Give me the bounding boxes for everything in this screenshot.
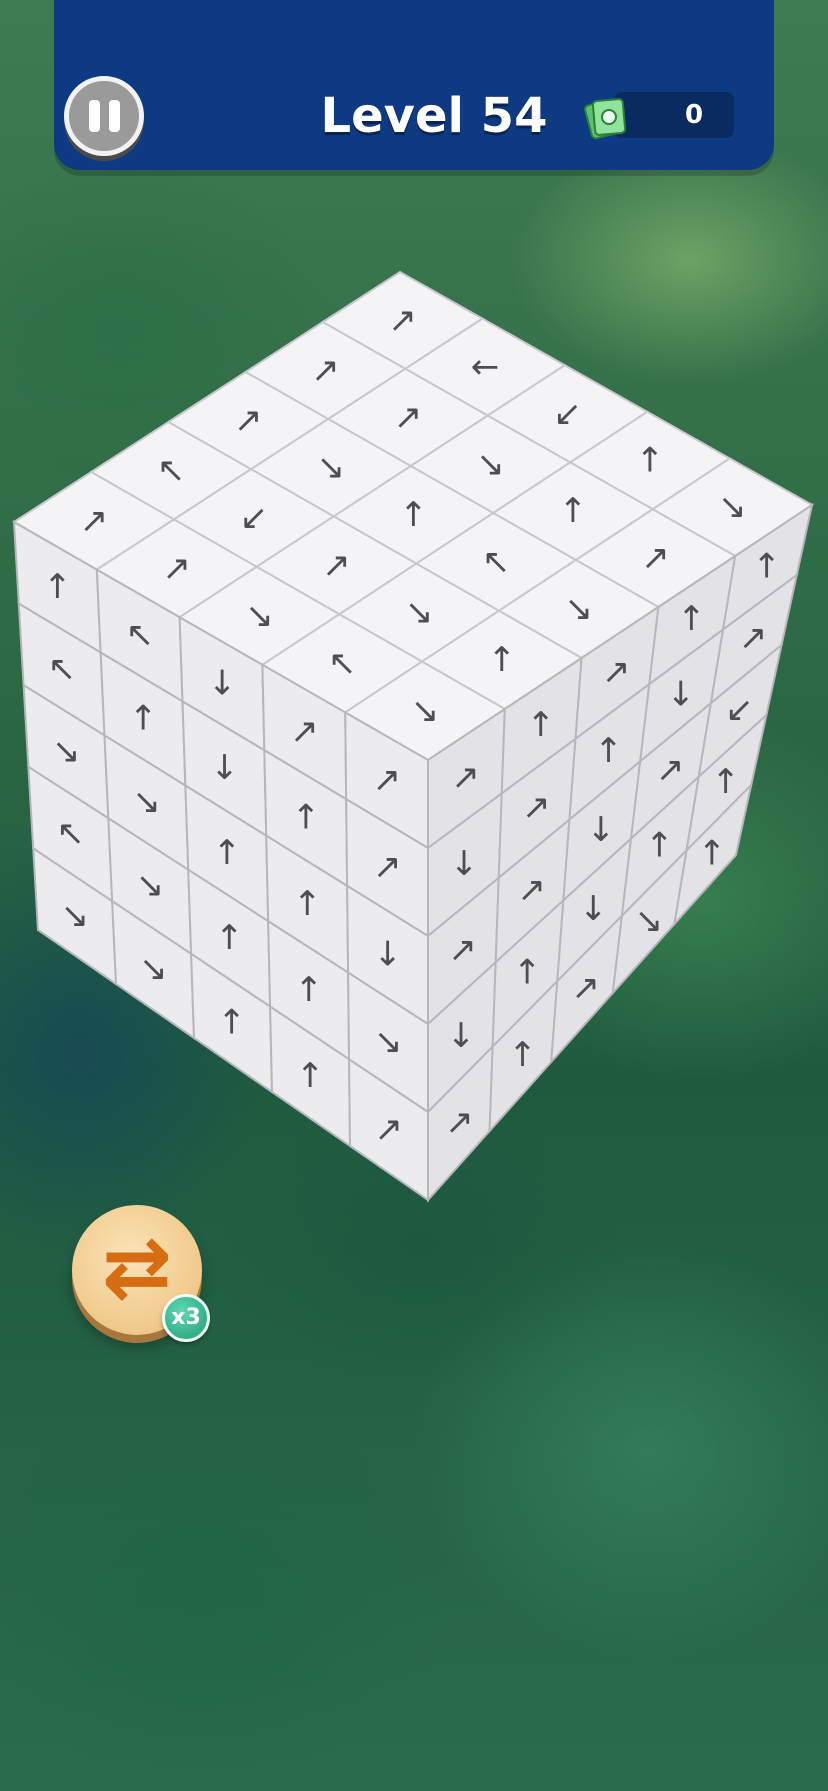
- tile-arrow-icon: ↗: [448, 930, 477, 970]
- tile-arrow-icon: ↗: [641, 538, 670, 578]
- tile-arrow-icon: ↘: [411, 691, 440, 731]
- tile-arrow-icon: ↗: [290, 712, 319, 752]
- tile-arrow-icon: ↘: [374, 1022, 403, 1062]
- tile-arrow-icon: ↑: [711, 762, 740, 802]
- tile-arrow-icon: ↘: [405, 593, 434, 633]
- tile-arrow-icon: ↗: [375, 1109, 404, 1149]
- tile-arrow-icon: ←: [471, 347, 500, 387]
- tile-arrow-icon: ↑: [292, 798, 321, 838]
- tile-arrow-icon: ↑: [677, 599, 706, 639]
- powerup-count-badge: x3: [162, 1294, 210, 1342]
- tile-arrow-icon: ↗: [373, 847, 402, 887]
- tile-arrow-icon: ↗: [451, 758, 480, 798]
- tile-arrow-icon: ↖: [328, 643, 357, 683]
- tile-arrow-icon: ↗: [518, 870, 547, 910]
- tile-arrow-icon: ↖: [48, 649, 77, 689]
- tile-arrow-icon: ↓: [447, 1016, 476, 1056]
- tile-arrow-icon: ↘: [136, 866, 165, 906]
- tile-arrow-icon: ↓: [374, 935, 403, 975]
- tile-arrow-icon: ↗: [322, 545, 351, 585]
- tile-arrow-icon: ↘: [245, 596, 274, 636]
- tile-arrow-icon: ↓: [450, 844, 479, 884]
- tile-arrow-icon: ↑: [295, 970, 324, 1010]
- tile-arrow-icon: ↑: [753, 546, 782, 586]
- tile-arrow-icon: ↗: [373, 760, 402, 800]
- tile-arrow-icon: ↑: [527, 705, 556, 745]
- tile-arrow-icon: ↑: [293, 884, 322, 924]
- tile-arrow-icon: ↑: [129, 699, 158, 739]
- tile-arrow-icon: ↘: [61, 896, 90, 936]
- tile-arrow-icon: ↖: [56, 814, 85, 854]
- tile-arrow-icon: ↘: [132, 782, 161, 822]
- tile-arrow-icon: ↑: [645, 825, 674, 865]
- tile-arrow-icon: ↓: [579, 889, 608, 929]
- tile-arrow-icon: ↗: [80, 501, 109, 541]
- tile-arrow-icon: ↘: [718, 487, 747, 527]
- tile-arrow-icon: ↙: [725, 690, 754, 730]
- tile-arrow-icon: ↑: [399, 495, 428, 535]
- tile-arrow-icon: ↓: [208, 663, 237, 703]
- tile-arrow-icon: ↗: [311, 350, 340, 390]
- swap-arrows-icon: ⇄: [101, 1218, 173, 1316]
- tile-arrow-icon: ↘: [317, 448, 346, 488]
- tile-arrow-icon: ↖: [482, 542, 511, 582]
- tile-arrow-icon: ↖: [126, 615, 155, 655]
- tile-arrow-icon: ↑: [488, 640, 517, 680]
- tile-arrow-icon: ↗: [445, 1102, 474, 1142]
- tile-arrow-icon: ↗: [162, 548, 191, 588]
- tile-arrow-icon: ↗: [656, 750, 685, 790]
- tile-arrow-icon: ↘: [139, 949, 168, 989]
- tile-arrow-icon: ↗: [234, 401, 263, 441]
- tile-arrow-icon: ↘: [564, 589, 593, 629]
- tile-arrow-icon: ↓: [667, 675, 696, 715]
- tile-arrow-icon: ↗: [388, 300, 417, 340]
- tile-arrow-icon: ↑: [594, 731, 623, 771]
- tile-arrow-icon: ↑: [215, 918, 244, 958]
- tile-arrow-icon: ↙: [240, 498, 269, 538]
- tile-arrow-icon: ↘: [476, 444, 505, 484]
- tile-arrow-icon: ↘: [635, 901, 664, 941]
- tile-arrow-icon: ↑: [636, 440, 665, 480]
- cube-puzzle: ↗←↙↑↘↗↗↘↑↗↗↘↑↖↘↖↙↗↘↑↗↗↘↖↘↑↖↓↗↗↖↑↓↑↗↘↘↑↑↓…: [12, 270, 814, 1203]
- tile-arrow-icon: ↓: [587, 810, 616, 850]
- tile-arrow-icon: ↑: [698, 834, 727, 874]
- tile-arrow-icon: ↗: [522, 787, 551, 827]
- tile-arrow-icon: ↗: [394, 397, 423, 437]
- tile-arrow-icon: ↘: [52, 731, 81, 771]
- tile-arrow-icon: ↑: [296, 1056, 325, 1096]
- tile-arrow-icon: ↗: [572, 968, 601, 1008]
- tile-arrow-icon: ↓: [210, 748, 239, 788]
- tile-arrow-icon: ↑: [213, 833, 242, 873]
- tile-arrow-icon: ↑: [218, 1003, 247, 1043]
- tile-arrow-icon: ↑: [43, 567, 72, 607]
- tile-arrow-icon: ↑: [559, 491, 588, 531]
- tile-arrow-icon: ↗: [739, 618, 768, 658]
- tile-arrow-icon: ↑: [508, 1035, 537, 1075]
- tile-arrow-icon: ↙: [553, 394, 582, 434]
- tile-arrow-icon: ↑: [513, 953, 542, 993]
- tile-arrow-icon: ↗: [602, 652, 631, 692]
- tile-arrow-icon: ↖: [157, 451, 186, 491]
